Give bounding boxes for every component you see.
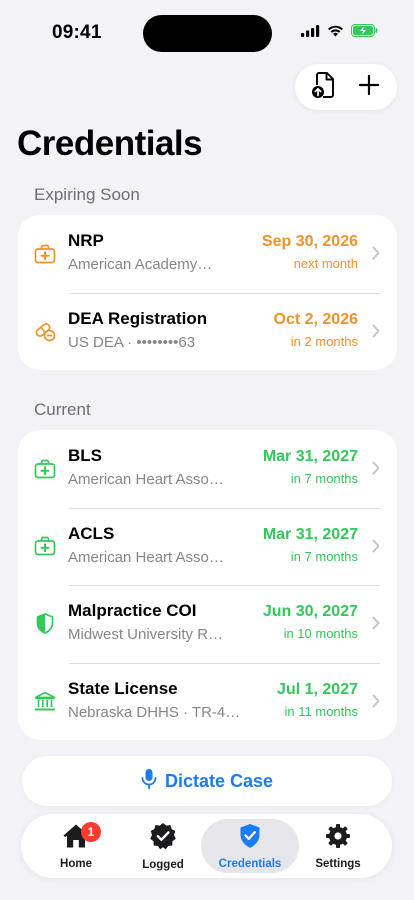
credential-title: BLS bbox=[68, 446, 102, 465]
notification-badge: 1 bbox=[81, 822, 101, 842]
expiry-relative: next month bbox=[293, 256, 358, 271]
expiry-date: Jul 1, 2027 bbox=[277, 680, 358, 698]
chevron-right-icon bbox=[372, 616, 380, 635]
chevron-right-icon bbox=[372, 694, 380, 713]
tab-credentials[interactable]: Credentials bbox=[201, 819, 299, 873]
battery-charging-icon bbox=[351, 24, 378, 42]
credential-row-dea[interactable]: DEA Registration US DEA · ••••••••63 Oct… bbox=[18, 292, 397, 371]
credential-title: DEA Registration bbox=[68, 308, 208, 328]
section-header-current: Current bbox=[34, 400, 91, 419]
checkmark-seal-icon bbox=[149, 822, 177, 855]
tab-settings[interactable]: Settings bbox=[289, 819, 387, 873]
credential-issuer: American Heart Asso… bbox=[68, 548, 224, 566]
gear-icon bbox=[325, 823, 351, 854]
expiring-credentials-card: NRP American Academy… Sep 30, 2026 next … bbox=[18, 215, 397, 370]
chevron-right-icon bbox=[372, 539, 380, 558]
credential-title: NRP bbox=[68, 231, 104, 250]
credential-row-bls[interactable]: BLS American Heart Asso… Mar 31, 2027 in… bbox=[18, 430, 397, 508]
dictate-case-button[interactable]: Dictate Case bbox=[22, 756, 392, 806]
tab-label: Home bbox=[60, 857, 92, 870]
credential-title: State License bbox=[68, 678, 178, 698]
document-import-icon bbox=[311, 71, 337, 104]
microphone-icon bbox=[141, 768, 157, 795]
credential-issuer: American Heart Asso… bbox=[68, 471, 224, 488]
checkmark-shield-icon bbox=[239, 823, 261, 854]
expiry-relative: in 10 months bbox=[283, 626, 358, 641]
expiry-date: Sep 30, 2026 bbox=[261, 233, 358, 250]
credential-issuer: Midwest University R… bbox=[68, 626, 224, 643]
first-aid-kit-icon bbox=[33, 457, 57, 481]
status-icons bbox=[301, 24, 378, 42]
top-toolbar bbox=[295, 64, 397, 110]
plus-icon bbox=[358, 74, 380, 101]
first-aid-kit-icon bbox=[33, 242, 57, 266]
tab-bar: Home 1 Logged Credentials Settings bbox=[21, 814, 392, 878]
first-aid-kit-icon bbox=[33, 534, 57, 558]
chevron-right-icon bbox=[372, 246, 380, 265]
expiry-relative: in 7 months bbox=[290, 471, 358, 486]
section-header-expiring: Expiring Soon bbox=[34, 185, 140, 204]
expiry-relative: in 11 months bbox=[284, 703, 358, 719]
expiry-relative: in 2 months bbox=[290, 333, 358, 349]
expiry-date: Oct 2, 2026 bbox=[273, 310, 359, 328]
tab-logged[interactable]: Logged bbox=[114, 819, 212, 873]
expiry-date: Jun 30, 2027 bbox=[262, 603, 358, 620]
import-document-button[interactable] bbox=[304, 67, 344, 107]
chevron-right-icon bbox=[372, 324, 380, 343]
credential-title: Malpractice COI bbox=[68, 601, 197, 620]
credential-issuer: Nebraska DHHS · TR-4… bbox=[68, 703, 241, 721]
status-bar: 09:41 bbox=[0, 0, 414, 60]
credential-row-malpractice-coi[interactable]: Malpractice COI Midwest University R… Ju… bbox=[18, 585, 397, 663]
tab-label: Settings bbox=[315, 857, 361, 870]
cellular-signal-icon bbox=[301, 24, 320, 42]
dictate-case-label: Dictate Case bbox=[164, 770, 274, 791]
expiry-relative: in 7 months bbox=[290, 548, 358, 564]
pill-icon bbox=[33, 319, 57, 343]
tab-label: Logged bbox=[142, 858, 184, 871]
wifi-icon bbox=[327, 24, 344, 42]
chevron-right-icon bbox=[372, 461, 380, 480]
dynamic-island bbox=[143, 15, 272, 52]
bank-building-icon bbox=[33, 689, 57, 713]
status-time: 09:41 bbox=[52, 22, 102, 43]
credential-issuer: American Academy… bbox=[68, 256, 213, 273]
expiry-date: Mar 31, 2027 bbox=[262, 525, 358, 543]
credential-row-acls[interactable]: ACLS American Heart Asso… Mar 31, 2027 i… bbox=[18, 507, 397, 586]
add-credential-button[interactable] bbox=[349, 67, 389, 107]
tab-home[interactable]: Home 1 bbox=[27, 819, 125, 873]
page-title: Credentials bbox=[17, 124, 203, 163]
credential-row-state-license[interactable]: State License Nebraska DHHS · TR-4… Jul … bbox=[18, 662, 397, 741]
tab-label: Credentials bbox=[218, 857, 282, 870]
credential-title: ACLS bbox=[68, 523, 115, 543]
credential-issuer: US DEA · ••••••••63 bbox=[68, 333, 196, 351]
current-credentials-card: BLS American Heart Asso… Mar 31, 2027 in… bbox=[18, 430, 397, 740]
credential-row-nrp[interactable]: NRP American Academy… Sep 30, 2026 next … bbox=[18, 215, 397, 293]
shield-icon bbox=[33, 612, 57, 636]
expiry-date: Mar 31, 2027 bbox=[262, 448, 358, 465]
